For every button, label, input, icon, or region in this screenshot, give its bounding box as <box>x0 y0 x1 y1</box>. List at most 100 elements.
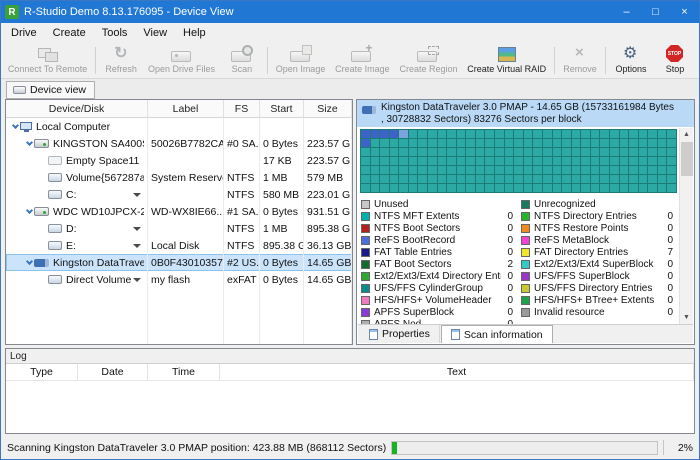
tree-row-d[interactable]: D: NTFS1 MB895.38 GB <box>6 220 352 237</box>
tree-row-local-computer[interactable]: Local Computer <box>6 118 352 135</box>
scan-block <box>418 139 428 147</box>
legend-item-ntfs-directory-entries: NTFS Directory Entries 0 <box>521 210 677 222</box>
column-header-fs[interactable]: FS <box>224 100 260 118</box>
column-header-label[interactable]: Label <box>148 100 224 118</box>
menu-item-drive[interactable]: Drive <box>3 25 45 41</box>
legend-count: 0 <box>667 294 673 306</box>
legend-item-ntfs-restore-points: NTFS Restore Points 0 <box>521 222 677 234</box>
chevron-down-icon[interactable] <box>133 277 141 282</box>
toolbar-separator <box>266 47 268 74</box>
open-image-button[interactable]: Open Image <box>271 43 330 78</box>
chevron-down-icon[interactable] <box>133 192 141 197</box>
scan-block <box>629 130 638 138</box>
tab-scan-information[interactable]: Scan information <box>440 325 553 343</box>
menu-item-create[interactable]: Create <box>45 25 94 41</box>
scan-block <box>571 130 581 138</box>
log-column-text[interactable]: Text <box>220 364 694 380</box>
scan-block <box>562 166 571 174</box>
scan-block <box>638 157 648 165</box>
legend-count: 0 <box>507 282 513 294</box>
scan-block <box>418 166 428 174</box>
tree-row-e[interactable]: E: Local DiskNTFS895.38 GB36.13 GB <box>6 237 352 254</box>
scan-block <box>495 184 504 192</box>
scan-block <box>590 184 600 192</box>
empty-cell <box>260 288 304 344</box>
info-tabs: Properties Scan information <box>358 324 693 343</box>
chevron-down-icon[interactable] <box>133 226 141 231</box>
column-header-start[interactable]: Start <box>260 100 304 118</box>
scan-block <box>609 157 619 165</box>
scan-panel-scrollbar[interactable]: ▲ ▼ <box>679 128 693 324</box>
log-column-date[interactable]: Date <box>78 364 148 380</box>
create-virtual-raid-button[interactable]: Create Virtual RAID <box>462 43 551 78</box>
menu-item-help[interactable]: Help <box>175 25 214 41</box>
size-cell: 14.65 GB <box>304 254 352 271</box>
scan-block <box>523 130 533 138</box>
scan-block <box>466 184 475 192</box>
scrollbar-thumb[interactable] <box>681 142 693 176</box>
expand-collapse-icon[interactable] <box>24 138 34 147</box>
close-button[interactable]: × <box>670 1 699 23</box>
chevron-down-icon[interactable] <box>133 243 141 248</box>
column-header-size[interactable]: Size <box>304 100 352 118</box>
tab-device-view[interactable]: Device view <box>6 81 96 99</box>
tab-properties[interactable]: Properties <box>360 325 440 343</box>
refresh-button[interactable]: Refresh <box>99 43 143 78</box>
scroll-up-icon[interactable]: ▲ <box>680 128 694 141</box>
scan-block <box>495 130 504 138</box>
scan-block <box>466 175 475 183</box>
computer-icon <box>20 121 32 132</box>
scan-block <box>418 148 428 156</box>
scan-block <box>389 166 399 174</box>
create-image-button[interactable]: Create Image <box>330 41 394 78</box>
expand-collapse-icon[interactable] <box>24 206 34 215</box>
tree-row-empty-space11[interactable]: Empty Space11 17 KB223.57 GB <box>6 152 352 169</box>
maximize-button[interactable]: □ <box>641 1 670 23</box>
scan-block <box>485 157 495 165</box>
legend-label: FAT Directory Entries <box>534 246 629 258</box>
remove-button[interactable]: Remove <box>558 43 602 78</box>
open-drive-files-button[interactable]: Open Drive Files <box>143 43 220 78</box>
toolbar-button-label: Create Region <box>399 64 458 74</box>
scan-block <box>648 175 657 183</box>
status-message: Scanning Kingston DataTraveler 3.0 PMAP … <box>7 441 387 454</box>
scan-block <box>408 130 418 138</box>
refresh-icon <box>108 43 134 63</box>
legend-item-unrecognized: Unrecognized <box>521 198 677 210</box>
column-header-device-disk[interactable]: Device/Disk <box>6 100 148 118</box>
expand-collapse-icon[interactable] <box>24 257 34 266</box>
scan-block <box>370 130 380 138</box>
scan-block <box>514 175 523 183</box>
scan-button[interactable]: Scan <box>220 43 264 78</box>
scroll-down-icon[interactable]: ▼ <box>680 311 694 324</box>
legend-item-unused: Unused <box>361 198 517 210</box>
connect-to-remote-button[interactable]: Connect To Remote <box>3 43 92 78</box>
tree-row-direct-volume[interactable]: Direct Volume my flash exFAT 0 Bytes 14.65 G… <box>6 271 352 288</box>
legend-color-swatch <box>521 223 530 233</box>
tree-row-wdc-wd10jpcx-24ue4t[interactable]: WDC WD10JPCX-24UE4T... WD-WX8IE66...#1 SA… <box>6 203 352 220</box>
scan-block <box>657 130 667 138</box>
log-column-type[interactable]: Type <box>6 364 78 380</box>
tree-row-c[interactable]: C: NTFS580 MB223.01 GB <box>6 186 352 203</box>
stop-button[interactable]: STOP Stop <box>653 43 697 78</box>
scan-block <box>629 175 638 183</box>
tree-row-kingston-sa400s37240[interactable]: KINGSTON SA400S37240... 50026B7782CA...#0… <box>6 135 352 152</box>
menu-item-view[interactable]: View <box>135 25 175 41</box>
start-cell: 0 Bytes <box>260 135 304 152</box>
scan-block <box>437 166 447 174</box>
device-name: C: <box>66 188 77 201</box>
options-button[interactable]: Options <box>609 43 653 78</box>
create-region-icon <box>415 45 441 63</box>
menu-item-tools[interactable]: Tools <box>94 25 136 41</box>
scan-block <box>456 184 466 192</box>
scan-block <box>542 175 552 183</box>
create-region-button[interactable]: Create Region <box>395 43 463 78</box>
scan-block <box>533 148 542 156</box>
scan-block <box>533 157 542 165</box>
tree-row-volume-567287ae-00[interactable]: Volume{567287ae-00... System ReservedNTFS… <box>6 169 352 186</box>
tree-row-kingston-datatraveler-3[interactable]: Kingston DataTraveler 3... 0B0F43010357#2… <box>6 254 352 271</box>
scan-block <box>648 166 657 174</box>
expand-collapse-icon[interactable] <box>10 121 20 130</box>
minimize-button[interactable]: – <box>612 1 641 23</box>
log-column-time[interactable]: Time <box>148 364 220 380</box>
